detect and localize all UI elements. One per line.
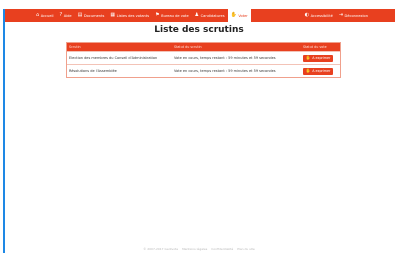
hand-vote-icon: ✋: [305, 54, 311, 60]
vote-button-label: A exprimer: [312, 56, 331, 60]
page-title: Liste des scrutins: [154, 25, 244, 35]
page-frame: ⌂ Accueil ? Aide ▤ Documents ▦ Listes de…: [0, 0, 398, 253]
nav-label: Accueil: [40, 13, 54, 18]
scrutin-status: Vote en cours, temps restant : 59 minute…: [174, 56, 276, 60]
nav-item-accueil[interactable]: ⌂ Accueil: [33, 9, 57, 22]
nav-label: Voter: [238, 13, 248, 18]
scrutin-name: Election des membres du Conseil d'Admini…: [69, 56, 158, 60]
vote-button-label: A exprimer: [312, 69, 331, 73]
accessibility-icon: ◐: [304, 12, 310, 18]
nav-item-bureau-vote[interactable]: ⚑ Bureau de vote: [152, 9, 192, 22]
table-row: Résolutions de l'Assemblée Vote en cours…: [67, 64, 340, 77]
nav-item-accessibilite[interactable]: ◐ Accessibilité: [302, 9, 336, 22]
scrutin-name: Résolutions de l'Assemblée: [69, 69, 117, 73]
nav-label: Candidatures: [200, 13, 225, 18]
nav-label: Documents: [83, 13, 105, 18]
vote-icon: ✋: [230, 12, 237, 18]
logout-icon: ⇥: [338, 12, 344, 18]
nav-label: Accessibilité: [310, 13, 333, 18]
candidates-icon: ♟: [194, 12, 200, 18]
vote-status-cell: ✋ A exprimer: [302, 54, 340, 62]
table-header: Scrutin Statut du scrutin Statut du vote: [67, 43, 340, 51]
nav-item-documents[interactable]: ▤ Documents: [75, 9, 108, 22]
scrutin-status: Vote en cours, temps restant : 59 minute…: [174, 69, 276, 73]
column-header-statut-scrutin: Statut du scrutin: [174, 45, 202, 49]
table-row: Election des membres du Conseil d'Admini…: [67, 51, 340, 64]
nav-label: Déconnexion: [344, 13, 368, 18]
voter-list-icon: ▦: [110, 12, 116, 18]
nav-item-listes-votants[interactable]: ▦ Listes des votants: [107, 9, 152, 22]
nav-item-aide[interactable]: ? Aide: [57, 9, 75, 22]
nav-item-deconnexion[interactable]: ⇥ Déconnexion: [336, 9, 371, 22]
vote-status-cell: ✋ A exprimer: [302, 67, 340, 75]
nav-item-candidatures[interactable]: ♟ Candidatures: [192, 9, 228, 22]
top-navbar: ⌂ Accueil ? Aide ▤ Documents ▦ Listes de…: [5, 9, 395, 22]
scrutins-table: Scrutin Statut du scrutin Statut du vote…: [66, 42, 341, 78]
column-header-statut-vote: Statut du vote: [303, 45, 327, 49]
hand-vote-icon: ✋: [305, 67, 311, 73]
nav-label: Bureau de vote: [161, 13, 189, 18]
ballot-office-icon: ⚑: [155, 12, 160, 18]
vote-button[interactable]: ✋ A exprimer: [303, 54, 333, 62]
vote-button[interactable]: ✋ A exprimer: [303, 67, 333, 75]
footer-link-plan[interactable]: Plan du site: [237, 247, 255, 251]
nav-label: Listes des votants: [116, 13, 150, 18]
help-icon: ?: [59, 12, 63, 18]
nav-item-voter[interactable]: ✋ Voter: [227, 9, 251, 22]
nav-secondary: ◐ Accessibilité ⇥ Déconnexion: [302, 9, 371, 22]
column-header-scrutin: Scrutin: [69, 45, 81, 49]
nav-label: Aide: [63, 13, 72, 18]
home-icon: ⌂: [36, 12, 40, 18]
nav-main: ⌂ Accueil ? Aide ▤ Documents ▦ Listes de…: [33, 9, 251, 22]
footer: © 2007-2017 Gedivote Mentions légales Co…: [0, 247, 398, 251]
footer-copyright: © 2007-2017 Gedivote: [143, 247, 179, 251]
document-icon: ▤: [77, 12, 83, 18]
footer-link-confidentialite[interactable]: Confidentialité: [211, 247, 233, 251]
left-border: [3, 9, 5, 253]
footer-link-mentions[interactable]: Mentions légales: [182, 247, 207, 251]
